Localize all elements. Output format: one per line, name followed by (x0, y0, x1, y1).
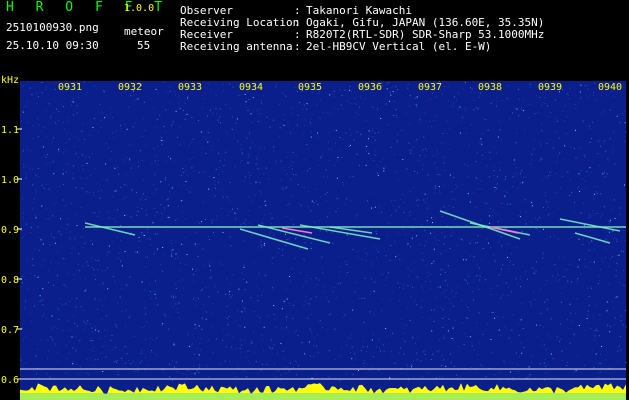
header-panel: H R O F F T 1.0.0 2510100930.png 25.10.1… (0, 0, 629, 73)
field-antenna-value: 2el-HB9CV Vertical (el. E-W) (306, 40, 492, 53)
time-tick-label: 0931 (58, 82, 82, 93)
freq-unit-label: kHz (1, 75, 19, 86)
freq-tick-label: 1.1 (1, 125, 19, 136)
freq-tick-label: 0.7 (1, 325, 19, 336)
time-tick-label: 0940 (598, 82, 622, 93)
field-antenna-key: Receiving antenna (180, 40, 293, 53)
time-tick-label: 0934 (239, 82, 263, 93)
meteor-count: 55 (137, 39, 151, 52)
filename: 2510100930.png (6, 21, 99, 34)
freq-tick-label: 0.6 (1, 375, 19, 386)
spectrogram: 0931 0932 0933 0934 0935 0936 0937 0938 0939 0940… (0, 73, 629, 400)
datetime: 25.10.10 09:30 (6, 39, 99, 52)
field-antenna-sep: : (294, 40, 301, 53)
time-tick-label: 0933 (178, 82, 202, 93)
spectrogram-canvas: 0931 0932 0933 0934 0935 0936 0937 0938 0939 0940… (1, 75, 627, 400)
freq-tick-label: 0.8 (1, 275, 19, 286)
freq-tick-label: 1.0 (1, 175, 19, 186)
time-tick-label: 0936 (358, 82, 382, 93)
time-tick-label: 0932 (118, 82, 142, 93)
time-tick-label: 0939 (538, 82, 562, 93)
time-tick-label: 0935 (298, 82, 322, 93)
time-tick-label: 0937 (418, 82, 442, 93)
freq-tick-label: 0.9 (1, 225, 19, 236)
level-baseline (20, 393, 626, 400)
app-version: 1.0.0 (124, 3, 155, 14)
meteor-label: meteor (124, 25, 164, 38)
time-tick-label: 0938 (478, 82, 502, 93)
